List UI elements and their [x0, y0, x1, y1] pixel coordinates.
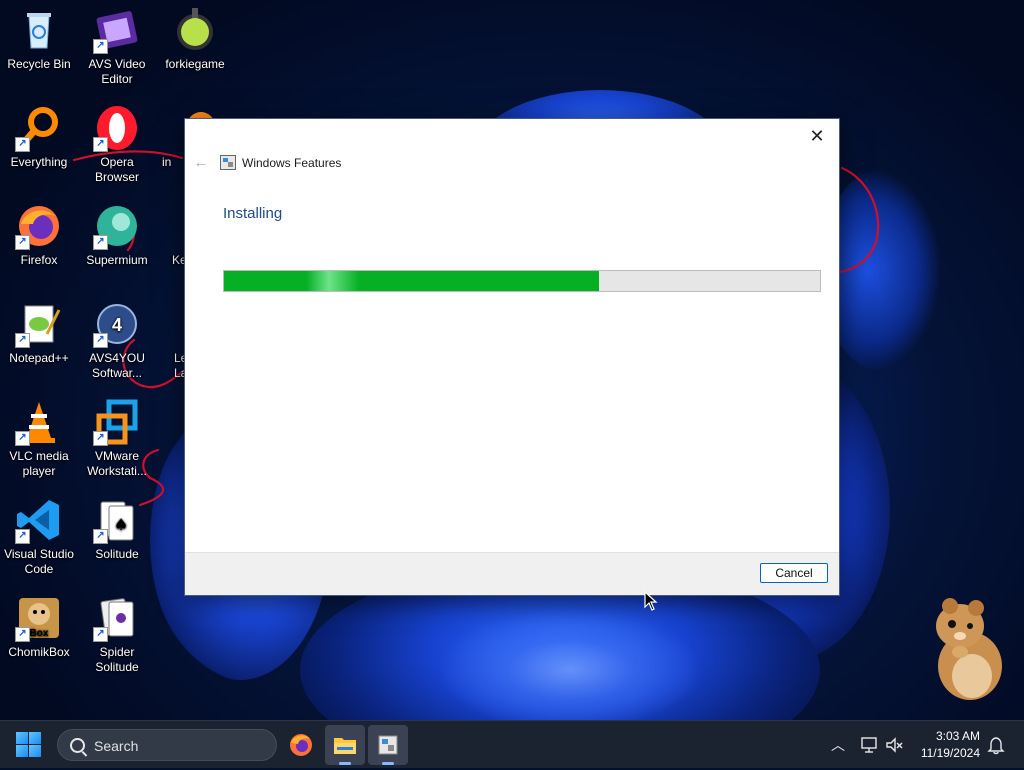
- shortcut-arrow-icon: ↗: [15, 333, 30, 348]
- avs-video-editor-icon: ↗: [93, 6, 141, 54]
- everything-search-icon: ↗: [15, 104, 63, 152]
- windows-features-dialog: ✕ ← Windows Features Installing Cancel: [184, 118, 840, 596]
- back-button[interactable]: ←: [191, 153, 211, 173]
- desktop-icon-notepad-plus-plus[interactable]: ↗ Notepad++: [0, 300, 78, 366]
- shortcut-arrow-icon: ↗: [93, 39, 108, 54]
- recycle-bin-icon: [15, 6, 63, 54]
- close-button[interactable]: ✕: [803, 123, 831, 149]
- desktop-icon-avs-video-editor[interactable]: ↗ AVS Video Editor: [78, 6, 156, 87]
- taskbar-search[interactable]: Search: [57, 729, 277, 761]
- bell-icon: [987, 737, 1005, 755]
- desktop-icon-recycle-bin[interactable]: Recycle Bin: [0, 6, 78, 72]
- hamster-mascot: [936, 598, 1002, 700]
- install-progress-bar: [223, 270, 821, 292]
- shortcut-arrow-icon: ↗: [93, 235, 108, 250]
- show-hidden-icons-button[interactable]: ︿: [828, 735, 848, 755]
- shortcut-arrow-icon: ↗: [15, 431, 30, 446]
- supermium-icon: ↗: [93, 202, 141, 250]
- volume-button[interactable]: [884, 735, 904, 755]
- shortcut-arrow-icon: ↗: [15, 137, 30, 152]
- shortcut-arrow-icon: ↗: [93, 333, 108, 348]
- desktop-icon-forkiegame[interactable]: forkiegame: [156, 6, 234, 72]
- taskbar-app-windows-features[interactable]: [368, 725, 408, 765]
- network-status-button[interactable]: [860, 735, 880, 755]
- solitude-icon: ♠ ↗: [93, 496, 141, 544]
- shortcut-arrow-icon: ↗: [93, 529, 108, 544]
- desktop-icon-spider-solitude[interactable]: ↗ Spider Solitude: [78, 594, 156, 675]
- svg-text:♠: ♠: [114, 515, 128, 534]
- start-button[interactable]: [16, 732, 42, 758]
- chevron-up-icon: ︿: [831, 737, 845, 753]
- forkiegame-icon: [171, 6, 219, 54]
- clock-time[interactable]: 3:03 AM: [936, 729, 980, 743]
- cancel-button[interactable]: Cancel: [760, 563, 828, 583]
- progress-fill: [224, 271, 600, 291]
- desktop-icon-vlc[interactable]: ↗ VLC media player: [0, 398, 78, 479]
- dialog-title: Windows Features: [242, 156, 342, 170]
- shortcut-arrow-icon: ↗: [15, 529, 30, 544]
- desktop-icon-chomikbox[interactable]: Box ↗ ChomikBox: [0, 594, 78, 660]
- desktop-icon-supermium[interactable]: ↗ Supermium: [78, 202, 156, 268]
- dialog-footer: Cancel: [185, 552, 839, 595]
- file-explorer-icon: [334, 738, 356, 754]
- shortcut-arrow-icon: ↗: [93, 431, 108, 446]
- vlc-icon: ↗: [15, 398, 63, 446]
- firefox-icon: ↗: [15, 202, 63, 250]
- desktop-icon-vscode[interactable]: ↗ Visual Studio Code: [0, 496, 78, 577]
- running-indicator: [339, 762, 351, 765]
- mouse-pointer-icon: [644, 591, 658, 611]
- desktop-icon-solitude[interactable]: ♠ ↗ Solitude: [78, 496, 156, 562]
- svg-text:4: 4: [112, 315, 122, 335]
- desktop-icon-avs4you[interactable]: 4 ↗ AVS4YOU Softwar...: [78, 300, 156, 381]
- chomikbox-icon: Box ↗: [15, 594, 63, 642]
- avs4you-icon: 4 ↗: [93, 300, 141, 348]
- desktop-icon-firefox[interactable]: ↗ Firefox: [0, 202, 78, 268]
- svg-text:Box: Box: [30, 628, 49, 639]
- running-indicator: [382, 762, 394, 765]
- desktop-icon-vmware[interactable]: ↗ VMware Workstati...: [78, 398, 156, 479]
- search-icon: [70, 738, 85, 753]
- installing-heading: Installing: [223, 205, 283, 222]
- volume-muted-icon: [886, 737, 903, 753]
- desktop-icon-everything[interactable]: ↗ Everything: [0, 104, 78, 170]
- shortcut-arrow-icon: ↗: [15, 627, 30, 642]
- close-icon: ✕: [809, 126, 825, 146]
- clock-date[interactable]: 11/19/2024: [921, 746, 980, 760]
- vmware-icon: ↗: [93, 398, 141, 446]
- shortcut-arrow-icon: ↗: [15, 235, 30, 250]
- firefox-icon: [290, 734, 312, 756]
- desktop-icon-opera[interactable]: ↗ Opera Browser: [78, 104, 156, 185]
- taskbar-app-firefox[interactable]: [281, 725, 321, 765]
- vscode-icon: ↗: [15, 496, 63, 544]
- notifications-button[interactable]: [986, 735, 1006, 755]
- shortcut-arrow-icon: ↗: [93, 627, 108, 642]
- taskbar-app-file-explorer[interactable]: [325, 725, 365, 765]
- windows-features-icon: [378, 735, 398, 755]
- opera-icon: ↗: [93, 104, 141, 152]
- notepad-plus-plus-icon: ↗: [15, 300, 63, 348]
- search-label: Search: [94, 738, 139, 754]
- network-disconnected-icon: [861, 737, 877, 753]
- windows-features-icon: [220, 155, 236, 170]
- back-arrow-icon: ←: [193, 154, 209, 171]
- spider-solitude-icon: ↗: [93, 594, 141, 642]
- taskbar: Search ︿ 3:03 AM 11/19/2024: [0, 720, 1024, 768]
- shortcut-arrow-icon: ↗: [93, 137, 108, 152]
